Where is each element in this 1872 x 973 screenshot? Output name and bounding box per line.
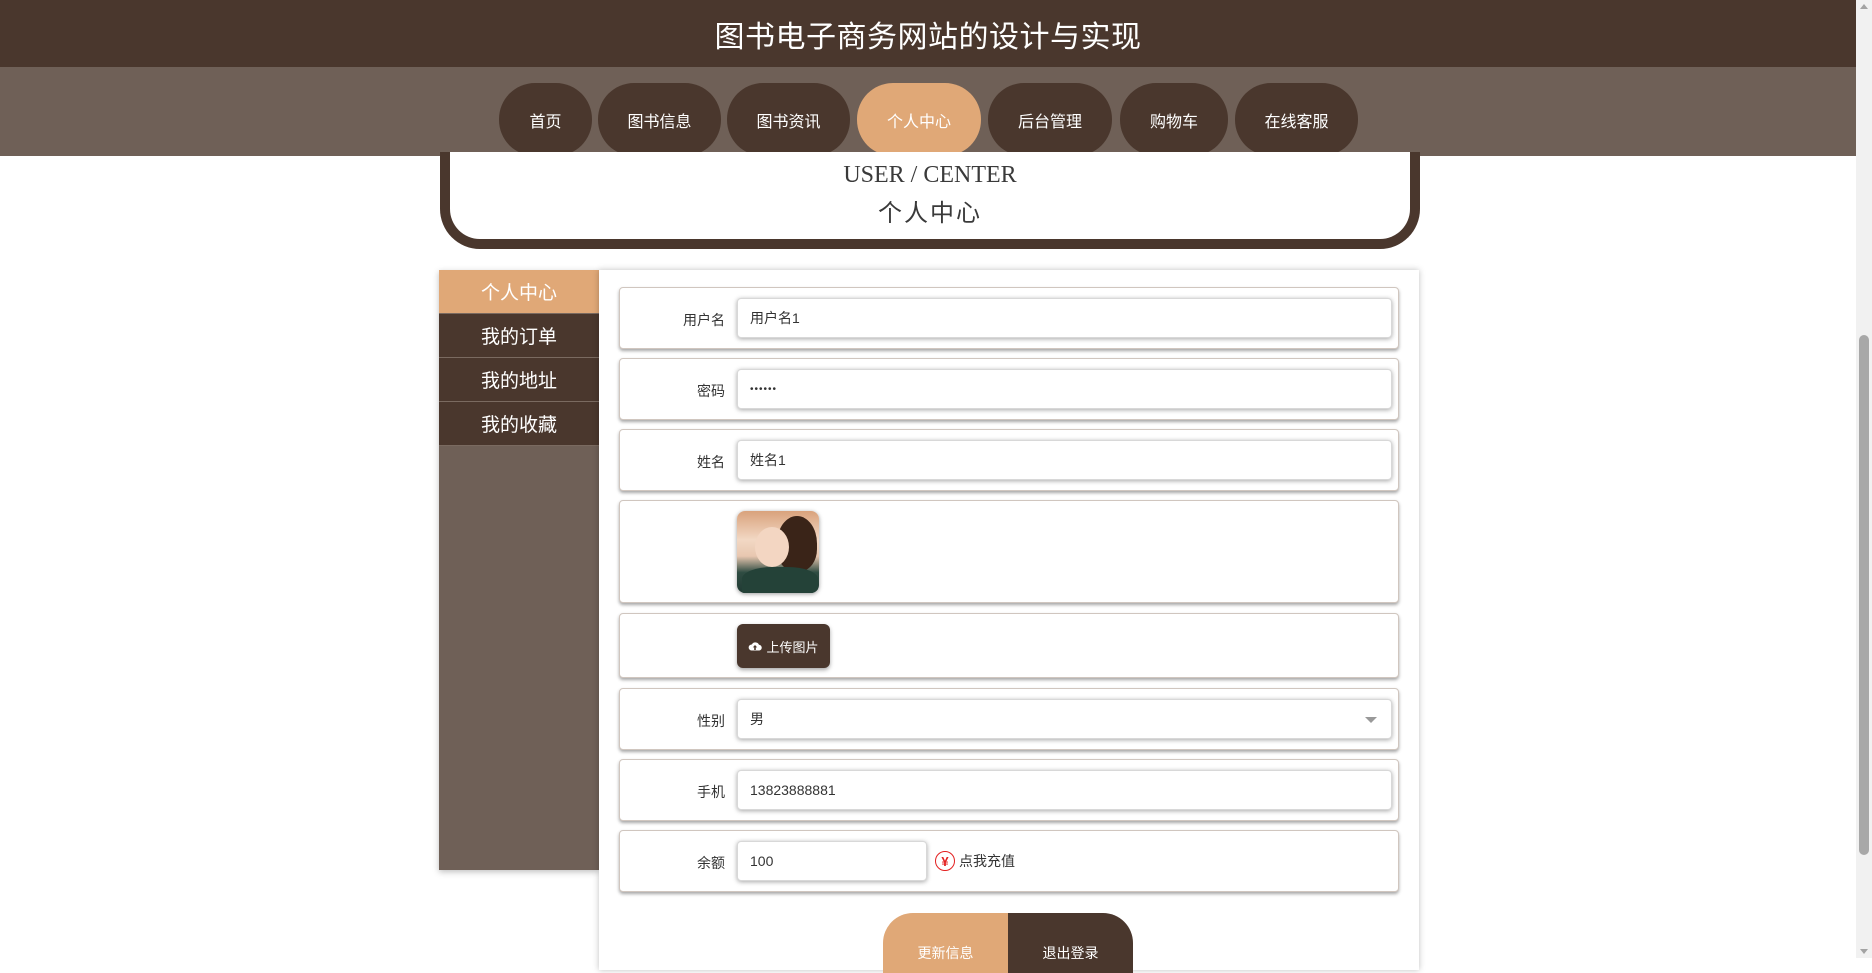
upload-image-button[interactable]: 上传图片 [737,624,830,668]
phone-input[interactable]: 13823888881 [737,770,1392,810]
name-input[interactable]: 姓名1 [737,440,1392,480]
recharge-link[interactable]: ¥ 点我充值 [935,851,1015,871]
logout-button[interactable]: 退出登录 [1008,913,1133,973]
page-banner: USER / CENTER 个人中心 [440,152,1420,249]
gender-selected-value: 男 [750,711,764,727]
form-row-balance: 余额 100 ¥ 点我充值 [619,830,1399,892]
scroll-thumb[interactable] [1859,335,1869,855]
nav-item-cart[interactable]: 购物车 [1120,83,1228,156]
nav-item-home[interactable]: 首页 [499,83,592,156]
banner-title-en: USER / CENTER [843,162,1017,188]
scroll-up-arrow-icon[interactable] [1860,4,1868,9]
nav-item-book-news[interactable]: 图书资讯 [727,83,850,156]
banner-title-zh: 个人中心 [878,201,982,227]
password-input[interactable]: •••••• [737,369,1392,409]
form-row-phone: 手机 13823888881 [619,759,1399,821]
form-row-username: 用户名 用户名1 [619,287,1399,349]
gender-select[interactable]: 男 [737,699,1392,739]
main-nav: 首页 图书信息 图书资讯 个人中心 后台管理 购物车 在线客服 [0,67,1856,156]
balance-label: 余额 [697,855,725,871]
scroll-down-arrow-icon[interactable] [1860,949,1868,954]
sidebar-item-my-favorites[interactable]: 我的收藏 [439,402,599,446]
site-title: 图书电子商务网站的设计与实现 [714,20,1142,54]
password-label: 密码 [697,383,725,399]
chevron-down-icon [1365,717,1377,723]
user-sidebar: 个人中心 我的订单 我的地址 我的收藏 [439,270,599,870]
form-row-gender: 性别 男 [619,688,1399,750]
username-label: 用户名 [683,312,725,328]
site-header: 图书电子商务网站的设计与实现 [0,0,1856,67]
form-row-password: 密码 •••••• [619,358,1399,420]
form-row-upload: 上传图片 [619,613,1399,678]
update-info-button[interactable]: 更新信息 [883,913,1008,973]
phone-label: 手机 [697,784,725,800]
recharge-label: 点我充值 [959,853,1015,869]
nav-item-book-info[interactable]: 图书信息 [598,83,721,156]
name-label: 姓名 [697,454,725,470]
form-row-name: 姓名 姓名1 [619,429,1399,491]
form-row-avatar [619,500,1399,603]
avatar-image [737,511,819,593]
avatar-face [755,527,789,567]
cloud-upload-icon [749,642,763,651]
nav-item-admin[interactable]: 后台管理 [988,83,1112,156]
profile-form-panel: 用户名 用户名1 密码 •••••• 姓名 姓名1 上传图片 性别 男 手机 1… [599,270,1419,973]
upload-image-label: 上传图片 [766,639,819,655]
sidebar-item-user-center[interactable]: 个人中心 [439,270,599,314]
balance-input[interactable]: 100 [737,841,927,881]
gender-label: 性别 [697,713,725,729]
nav-item-user-center[interactable]: 个人中心 [857,83,981,156]
sidebar-item-my-orders[interactable]: 我的订单 [439,314,599,358]
sidebar-item-my-address[interactable]: 我的地址 [439,358,599,402]
username-input[interactable]: 用户名1 [737,298,1392,338]
yen-icon: ¥ [935,851,955,871]
nav-item-customer-service[interactable]: 在线客服 [1235,83,1358,156]
avatar-coat [742,567,818,593]
page-scrollbar[interactable] [1856,0,1872,958]
